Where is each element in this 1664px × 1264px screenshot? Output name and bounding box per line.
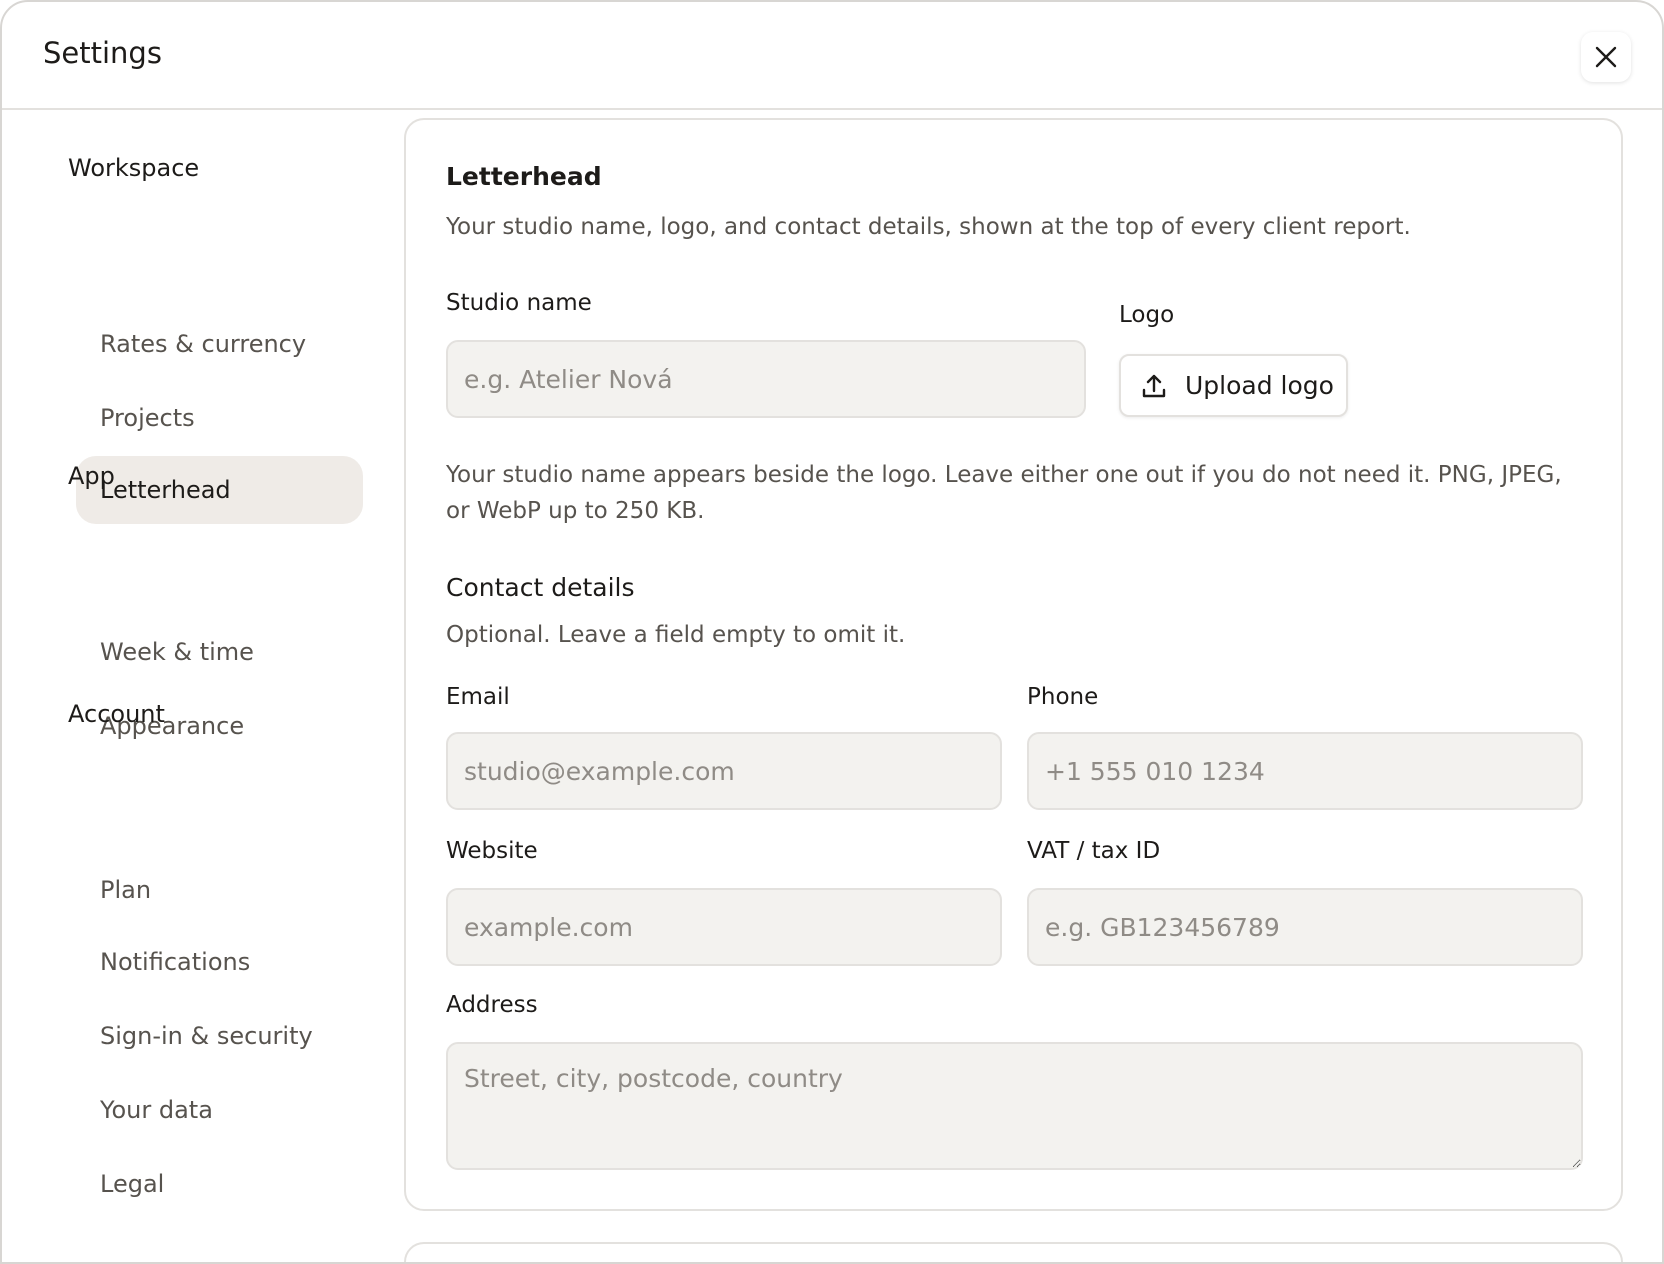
vat-label: VAT / tax ID xyxy=(1027,838,1161,864)
upload-icon xyxy=(1142,374,1166,397)
dialog-title: Settings xyxy=(43,36,162,70)
sidebar-item-your-data[interactable]: Your data xyxy=(76,1076,363,1144)
upload-logo-button[interactable]: Upload logo xyxy=(1119,354,1348,417)
vat-input[interactable] xyxy=(1027,888,1583,966)
email-label: Email xyxy=(446,684,510,710)
contact-details-description: Optional. Leave a field empty to omit it… xyxy=(446,622,906,648)
nav-group-app: App xyxy=(68,462,115,490)
studio-name-label: Studio name xyxy=(446,290,592,316)
settings-dialog: Settings Workspace Rates & currency Proj… xyxy=(0,0,1664,1264)
website-input[interactable] xyxy=(446,888,1002,966)
sidebar-item-week-time[interactable]: Week & time xyxy=(76,618,363,686)
close-button[interactable] xyxy=(1581,32,1631,82)
sidebar-item-legal[interactable]: Legal xyxy=(76,1150,363,1218)
sidebar-item-label: Projects xyxy=(100,404,195,432)
sidebar-item-plan[interactable]: Plan xyxy=(76,856,363,924)
sidebar-item-label: Plan xyxy=(100,876,152,904)
sidebar-item-label: Sign-in & security xyxy=(100,1022,313,1050)
studio-name-input[interactable] xyxy=(446,340,1086,418)
address-label: Address xyxy=(446,992,538,1018)
nav-group-workspace: Workspace xyxy=(68,154,200,182)
sidebar-item-label: Legal xyxy=(100,1170,165,1198)
sidebar-item-letterhead[interactable]: Letterhead xyxy=(76,456,363,524)
logo-label: Logo xyxy=(1119,302,1175,328)
sidebar-item-label: Rates & currency xyxy=(100,330,307,358)
logo-hint: Your studio name appears beside the logo… xyxy=(446,462,1562,524)
next-settings-card xyxy=(404,1242,1623,1262)
sidebar-item-label: Week & time xyxy=(100,638,254,666)
sidebar-item-label: Notifications xyxy=(100,948,251,976)
sidebar-item-label: Your data xyxy=(100,1096,213,1124)
settings-sidebar: Workspace Rates & currency Projects Lett… xyxy=(2,112,402,1262)
address-textarea[interactable] xyxy=(446,1042,1583,1170)
sidebar-item-rates-currency[interactable]: Rates & currency xyxy=(76,310,363,378)
close-icon xyxy=(1595,46,1617,68)
sidebar-item-sign-in-security[interactable]: Sign-in & security xyxy=(76,1002,363,1070)
nav-group-account: Account xyxy=(68,700,165,728)
contact-details-title: Contact details xyxy=(446,573,635,602)
phone-input[interactable] xyxy=(1027,732,1583,810)
sidebar-item-projects[interactable]: Projects xyxy=(76,384,363,452)
sidebar-item-label: Letterhead xyxy=(100,476,231,504)
phone-label: Phone xyxy=(1027,684,1099,710)
section-title: Letterhead xyxy=(446,162,602,191)
email-input[interactable] xyxy=(446,732,1002,810)
website-label: Website xyxy=(446,838,538,864)
sidebar-item-notifications[interactable]: Notifications xyxy=(76,928,363,996)
section-description: Your studio name, logo, and contact deta… xyxy=(446,214,1411,240)
dialog-header: Settings xyxy=(2,2,1662,110)
upload-button-label: Upload logo xyxy=(1185,371,1334,400)
